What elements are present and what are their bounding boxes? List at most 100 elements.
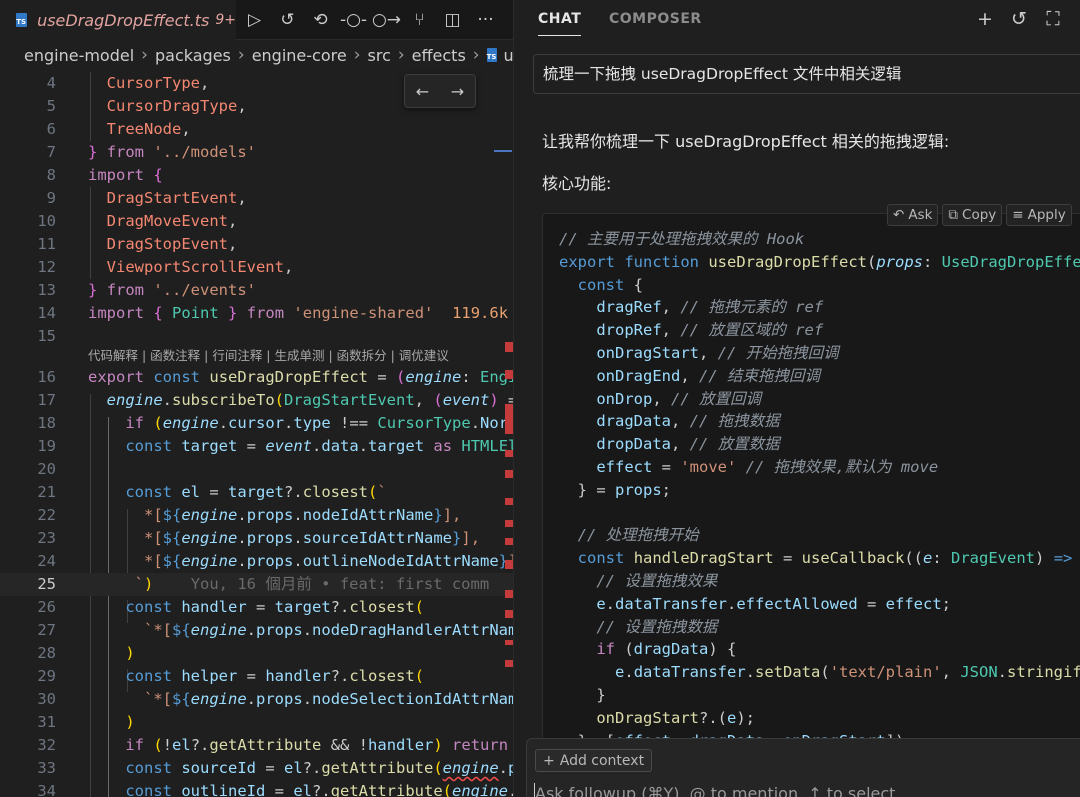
code-line: 26 const handler = target?.closest(: [0, 596, 513, 619]
problem-marker: [505, 660, 513, 667]
copy-button[interactable]: ⧉ Copy: [942, 204, 1003, 226]
reply-icon: ↶: [893, 207, 905, 223]
code-line: 21 const el = target?.closest(`: [0, 481, 513, 504]
code-line: 31 ): [0, 711, 513, 734]
code-line: 18 if (engine.cursor.type !== CursorType…: [0, 412, 513, 435]
run-icon[interactable]: ▷: [238, 0, 271, 40]
codelens-actions[interactable]: 代码解释 | 函数注释 | 行间注释 | 生成单测 | 函数拆分 | 调优建议: [88, 346, 449, 366]
arrow-right-icon[interactable]: →: [451, 82, 464, 101]
plus-icon[interactable]: +: [973, 6, 997, 32]
code-text: } from '../events': [88, 281, 257, 299]
code-block-line: onDragEnd, // 结束拖拽回调: [596, 366, 820, 385]
git-graph-icon[interactable]: ⑂: [403, 0, 436, 40]
problems-count-badge: 9+: [215, 12, 236, 28]
line-number: 24: [37, 552, 56, 570]
tab-filename: useDragDropEffect.ts: [37, 10, 210, 30]
maximize-icon[interactable]: ⛶: [1041, 6, 1065, 32]
apply-button[interactable]: ≡ Apply: [1006, 204, 1072, 226]
code-line: 13} from '../events': [0, 279, 513, 302]
code-editor[interactable]: TS useDragDropEffect.ts 9+ ▷ ↺ ⟲ -○- ○→ …: [0, 0, 513, 797]
code-block-line: // 设置拖拽效果: [596, 572, 718, 590]
code-text: ViewportScrollEvent,: [106, 258, 294, 276]
code-line: 27 `*[${engine.props.nodeDragHandlerAttr…: [0, 619, 513, 642]
code-line: 6 TreeNode,: [0, 118, 513, 141]
code-block-line: }: [559, 686, 606, 704]
user-query-bubble[interactable]: 梳理一下拖拽 useDragDropEffect 文件中相关逻辑: [533, 54, 1080, 94]
tab-composer[interactable]: COMPOSER: [609, 11, 702, 27]
code-line: 33 const sourceId = el?.getAttribute(eng…: [0, 757, 513, 780]
line-number: 6: [46, 120, 56, 138]
problem-marker: [505, 538, 513, 545]
line-number: 27: [37, 621, 56, 639]
code-line: 22 *[${engine.props.nodeIdAttrName}],: [0, 504, 513, 527]
more-icon[interactable]: ···: [469, 0, 502, 40]
line-number: 5: [46, 97, 56, 115]
breadcrumb-item[interactable]: src: [368, 46, 391, 65]
add-context-button[interactable]: + Add context: [535, 749, 653, 772]
problem-marker: [505, 498, 513, 505]
line-number: 23: [37, 529, 56, 547]
problem-marker: [505, 560, 513, 569]
line-number: 9: [46, 189, 56, 207]
code-block-line: onDrop, // 放置回调: [596, 389, 761, 408]
typescript-file-icon: TS: [16, 13, 28, 27]
followup-input[interactable]: [535, 781, 1075, 797]
code-block-line: dragRef, // 拖拽元素的 ref: [596, 298, 824, 317]
code-line: 28 ): [0, 642, 513, 665]
typescript-file-icon: TS: [486, 48, 498, 62]
code-text: const handler = target?.closest(: [125, 598, 425, 616]
line-number: 29: [37, 667, 56, 685]
code-block-line: e.dataTransfer.setData('text/plain', JSO…: [615, 663, 1080, 682]
plus-icon: +: [543, 752, 555, 769]
code-block-line: // 主要用于处理拖拽效果的 Hook: [559, 230, 805, 248]
code-block-line: e.dataTransfer.effectAllowed = effect;: [596, 594, 952, 613]
line-number: 8: [46, 166, 56, 184]
breadcrumb-item[interactable]: engine-model: [24, 46, 134, 65]
code-text: if (!el?.getAttribute && !handler) retur…: [125, 736, 509, 754]
history-icon[interactable]: ↺: [271, 0, 304, 40]
ask-button[interactable]: ↶ Ask: [887, 204, 939, 226]
commit-icon[interactable]: -○-: [337, 0, 370, 40]
code-text: import { Point } from 'engine-shared' 11…: [88, 304, 509, 322]
history-icon[interactable]: ↺: [1007, 6, 1031, 32]
code-line: 17 engine.subscribeTo(DragStartEvent, (e…: [0, 389, 513, 412]
code-block-line: dragData, // 拖拽数据: [596, 412, 780, 431]
problem-marker: [505, 640, 513, 645]
code-line: 16 export const useDragDropEffect = (engi…: [0, 366, 513, 389]
code-text: DragMoveEvent,: [106, 212, 238, 230]
code-text: TreeNode,: [106, 120, 191, 138]
code-block-line: export function useDragDropEffect(props:…: [559, 252, 1080, 271]
tab-chat[interactable]: CHAT: [538, 11, 582, 36]
code-line: 7} from '../models': [0, 141, 513, 164]
editor-actions: ▷ ↺ ⟲ -○- ○→ ⑂ ◫ ···: [238, 0, 502, 40]
breadcrumb-item[interactable]: effects: [412, 46, 466, 65]
split-editor-icon[interactable]: ◫: [436, 0, 469, 40]
code-line: 32 if (!el?.getAttribute && !handler) re…: [0, 734, 513, 757]
code-text: CursorDragType,: [106, 97, 247, 115]
code-block[interactable]: // 主要用于处理拖拽效果的 Hook export function useDr…: [542, 213, 1080, 753]
code-text: if (engine.cursor.type !== CursorType.No…: [125, 414, 513, 432]
code-text: ): [125, 713, 135, 731]
code-line: 19 const target = event.data.target as H…: [0, 435, 513, 458]
line-number: 20: [37, 460, 56, 478]
breadcrumb-item[interactable]: packages: [155, 46, 231, 65]
code-line: 9 DragStartEvent,: [0, 187, 513, 210]
editor-tab[interactable]: TS useDragDropEffect.ts 9+: [0, 0, 236, 40]
go-forward-icon[interactable]: ○→: [370, 0, 403, 40]
import-size: 119.6k: [452, 304, 509, 322]
code-line: 10 DragMoveEvent,: [0, 210, 513, 233]
code-block-line: onDragStart?.(e);: [596, 708, 755, 727]
go-back-icon[interactable]: ⟲: [304, 0, 337, 40]
arrow-left-icon[interactable]: ←: [416, 82, 429, 101]
breadcrumb-item[interactable]: engine-core: [252, 46, 347, 65]
code-block-line: dropRef, // 放置区域的 ref: [596, 321, 824, 340]
problem-marker: [505, 610, 513, 618]
line-number: 22: [37, 506, 56, 524]
problem-marker: [505, 404, 513, 434]
code-text: *[${engine.props.outlineNodeIdAttrName}]: [144, 552, 513, 570]
code-line: 30 `*[${engine.props.nodeSelectionIdAttr…: [0, 688, 513, 711]
chevron-right-icon: ›: [472, 45, 480, 65]
scrollbar-problem-markers[interactable]: [505, 0, 513, 797]
code-text: } from '../models': [88, 143, 257, 161]
code-line: 25 `) You, 16 個月前 • feat: first comm: [0, 573, 513, 596]
